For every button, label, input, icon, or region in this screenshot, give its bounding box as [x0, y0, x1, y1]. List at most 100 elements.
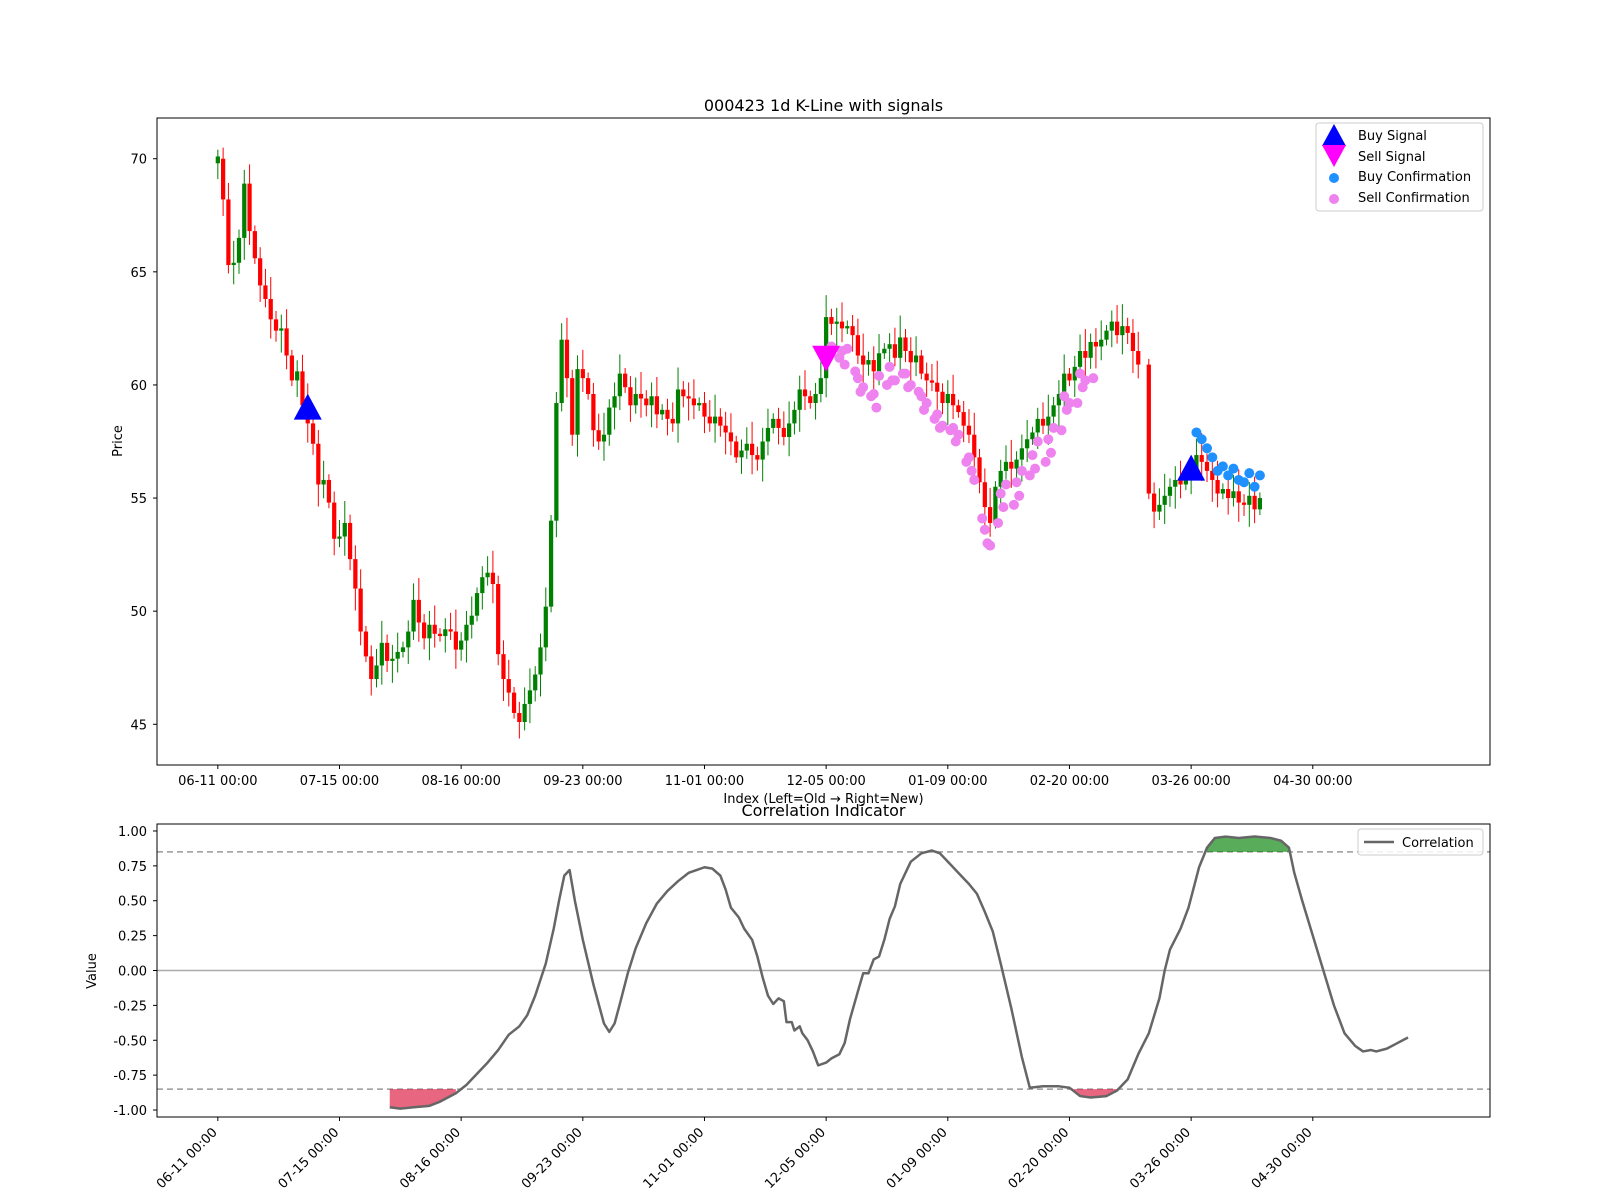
candle-body — [739, 450, 744, 458]
sell-confirmation-marker — [1000, 479, 1011, 490]
candle-body — [316, 443, 321, 485]
sell-confirmation-marker — [1056, 425, 1067, 436]
sell-confirmation-marker — [1027, 450, 1038, 461]
candle-body — [723, 425, 728, 433]
candle-body — [818, 378, 823, 394]
candle-body — [749, 443, 755, 456]
sell-confirmation-marker — [1072, 398, 1083, 409]
candle-body — [919, 355, 924, 374]
candle-body — [1104, 330, 1109, 340]
sell-confirmation-marker — [1014, 490, 1025, 501]
sell-confirmation-marker — [868, 388, 879, 399]
correlation-y-tick-label: 0.25 — [118, 930, 147, 945]
candle-body — [411, 599, 416, 632]
candle-body — [591, 393, 596, 431]
candle-body — [882, 348, 887, 354]
sell-confirmation-marker — [979, 524, 990, 535]
candle-body — [453, 631, 458, 650]
candle-body — [1030, 432, 1035, 440]
candle-body — [1167, 486, 1173, 496]
candle-body — [898, 337, 903, 358]
candle-body — [247, 183, 252, 232]
candle-body — [903, 337, 908, 352]
candle-body — [681, 389, 686, 397]
correlation-y-tick-label: -0.75 — [113, 1069, 147, 1084]
candle-body — [533, 674, 538, 691]
candle-body — [1051, 405, 1056, 417]
candle-body — [607, 407, 612, 435]
candle-body — [628, 387, 633, 406]
candle-body — [744, 443, 749, 451]
candle-body — [1077, 351, 1083, 367]
sell-confirmation-marker — [884, 361, 895, 372]
candle-body — [443, 629, 448, 637]
candle-body — [1136, 351, 1141, 365]
candle-body — [887, 344, 892, 349]
candle-body — [638, 393, 644, 399]
candle-body — [570, 378, 575, 435]
kline-y-tick-label: 60 — [130, 379, 147, 394]
candle-body — [374, 665, 379, 680]
candle-body — [845, 326, 850, 329]
candle-body — [861, 355, 866, 365]
candle-body — [1257, 498, 1263, 510]
kline-x-tick-label: 08-16 00:00 — [421, 774, 500, 789]
candle-body — [1099, 339, 1104, 347]
candle-body — [644, 398, 649, 406]
correlation-y-tick-label: -1.00 — [113, 1104, 147, 1119]
legend-buy-signal-label: Buy Signal — [1358, 129, 1427, 144]
candle-body — [1157, 504, 1162, 512]
kline-y-label: Price — [111, 425, 126, 457]
candle-body — [559, 339, 564, 404]
legend-sell-confirmation-label: Sell Confirmation — [1358, 191, 1470, 206]
kline-x-tick-label: 07-15 00:00 — [300, 774, 379, 789]
candle-body — [263, 285, 268, 299]
candle-body — [1009, 461, 1014, 469]
candle-body — [612, 396, 617, 408]
kline-title: 000423 1d K-Line with signals — [704, 96, 943, 115]
candle-body — [940, 391, 945, 404]
candle-body — [353, 559, 358, 589]
candle-body — [945, 393, 950, 404]
candle-body — [585, 378, 591, 394]
candle-body — [718, 416, 723, 426]
candle-body — [342, 522, 347, 537]
candle-body — [1247, 495, 1252, 505]
candle-body — [660, 409, 665, 415]
candle-body — [792, 409, 797, 424]
candle-body — [347, 522, 353, 560]
candle-body — [956, 405, 961, 413]
candle-body — [459, 640, 464, 650]
candle-body — [1120, 326, 1125, 336]
candle-body — [839, 321, 845, 329]
candle-body — [787, 423, 792, 437]
candle-body — [675, 389, 681, 424]
candle-body — [617, 373, 622, 397]
sell-confirmation-marker — [993, 517, 1004, 528]
candle-body — [728, 432, 734, 442]
sell-confirmation-marker — [1045, 447, 1056, 458]
candle-body — [654, 396, 659, 415]
candle-body — [866, 360, 871, 365]
candle-body — [221, 158, 226, 200]
candle-body — [273, 319, 279, 331]
candle-body — [390, 658, 395, 661]
candle-body — [1130, 332, 1136, 352]
kline-y-tick-label: 50 — [130, 605, 147, 620]
candle-body — [1252, 495, 1257, 510]
sell-confirmation-marker — [995, 488, 1006, 499]
candle-body — [1231, 491, 1236, 499]
candle-body — [580, 369, 585, 379]
sell-confirmation-marker — [977, 513, 988, 524]
candle-body — [422, 622, 427, 639]
sell-confirmation-marker — [858, 382, 869, 393]
candle-body — [924, 373, 929, 381]
candle-body — [1035, 418, 1040, 433]
sell-confirmation-marker — [921, 398, 932, 409]
candle-body — [379, 642, 384, 666]
legend-correlation-label: Correlation — [1402, 836, 1474, 851]
kline-x-tick-label: 12-05 00:00 — [786, 774, 865, 789]
candle-body — [1226, 489, 1231, 499]
candle-body — [517, 712, 522, 723]
candle-body — [1067, 373, 1072, 381]
